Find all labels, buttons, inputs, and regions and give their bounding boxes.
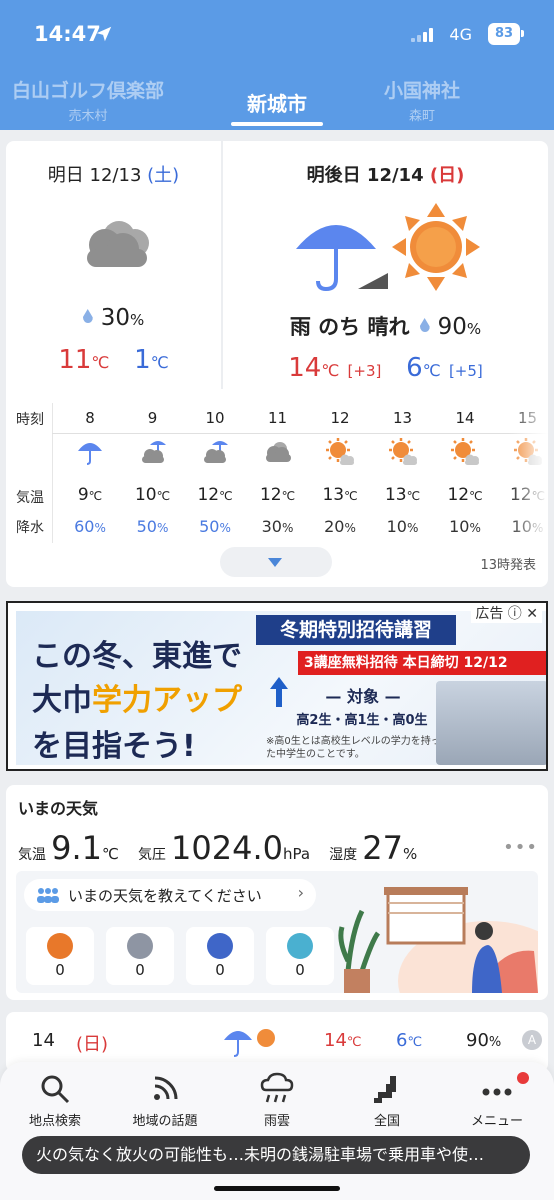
arrow-up-icon	[270, 677, 288, 707]
nav-national[interactable]: 全国	[337, 1072, 437, 1129]
cloud-icon	[265, 442, 291, 462]
signal-icon	[411, 28, 437, 42]
people-icon	[37, 888, 59, 903]
cloud-rain-icon	[141, 441, 166, 463]
hour-pop: 30%	[261, 517, 294, 536]
hour-label: 9	[147, 409, 158, 427]
forecast-card: 明日 12/13 (土) 30% 11℃ 1℃ 明後日 12/14 (日) 雨 …	[6, 141, 548, 587]
location-tabs: 白山ゴルフ倶楽部 売木村 新城市 小国神社 森町	[0, 76, 554, 130]
ad-image[interactable]: この冬、東進で 大巾学力アップ を目指そう! 冬期特別招待講習 3講座無料招待 …	[16, 611, 546, 765]
rain-then-sun-icon	[295, 203, 480, 292]
cloud-vote-icon	[127, 933, 153, 959]
weather-vote-button[interactable]: 0	[106, 927, 174, 985]
nav-local-topics[interactable]: 地域の話題	[115, 1072, 215, 1129]
window-plant-illustration	[338, 887, 538, 993]
sun-cloud-icon	[451, 438, 479, 465]
weather-report-panel: いまの天気を教えてください › 0 0 0 0	[16, 871, 538, 993]
location-arrow-icon	[96, 26, 112, 42]
hour-temp: 13℃	[384, 485, 421, 505]
raindrop-icon	[82, 309, 93, 323]
hour-temp: 12℃	[197, 485, 233, 505]
weather-vote-button[interactable]: 0	[266, 927, 334, 985]
search-icon	[41, 1075, 70, 1104]
rain-vote-icon	[207, 933, 233, 959]
weather-vote-button[interactable]: 0	[186, 927, 254, 985]
network-type: 4G	[449, 25, 472, 44]
hour-label: 12	[330, 409, 350, 427]
notification-dot	[517, 1072, 529, 1084]
chevron-down-icon	[268, 558, 282, 567]
tomorrow-temps: 11℃ 1℃	[58, 345, 169, 375]
advertisement[interactable]: この冬、東進で 大巾学力アップ を目指そう! 冬期特別招待講習 3講座無料招待 …	[6, 601, 548, 771]
hour-label: 14	[455, 409, 475, 427]
day-after-date: 明後日 12/14 (日)	[306, 165, 465, 186]
alert-badge: A	[522, 1030, 542, 1050]
home-indicator[interactable]	[214, 1186, 340, 1191]
nav-menu[interactable]: メニュー	[447, 1072, 547, 1129]
more-icon	[482, 1088, 512, 1096]
vote-count: 0	[135, 961, 145, 979]
status-bar: 14:47 4G 83	[34, 22, 534, 50]
day-after-forecast[interactable]: 明後日 12/14 (日) 雨 のち 晴れ 90% 14℃ [+3] 6℃ [+…	[223, 141, 548, 383]
hour-label: 8	[85, 409, 95, 427]
app-header: 14:47 4G 83 白山ゴルフ倶楽部 売木村 新城市 小国神社 森町	[0, 0, 554, 130]
hour-temp: 12℃	[447, 485, 483, 505]
hour-pop: 50%	[199, 517, 231, 536]
tomorrow-pop: 30%	[6, 305, 221, 331]
expand-hourly-button[interactable]	[220, 547, 332, 577]
more-options-icon[interactable]: •••	[503, 837, 538, 858]
snow-vote-icon	[287, 933, 313, 959]
map-icon	[374, 1076, 396, 1103]
chevron-right-icon: ›	[297, 883, 304, 902]
vote-count: 0	[215, 961, 225, 979]
bottom-navigation: 地点検索 地域の話題 雨雲 全国 メニュー	[0, 1062, 554, 1200]
hour-label: 10	[205, 409, 225, 427]
cloudy-icon	[86, 221, 149, 267]
hour-label: 13	[392, 409, 413, 427]
tab-location-2[interactable]: 小国神社 森町	[312, 76, 532, 124]
rain-cloud-icon	[260, 1072, 294, 1103]
hour-label: 11	[267, 409, 288, 427]
tomorrow-forecast[interactable]: 明日 12/13 (土) 30% 11℃ 1℃	[6, 141, 221, 375]
news-ticker[interactable]: 火の気なく放火の可能性も…未明の銭湯駐車場で乗用車や使…	[22, 1136, 530, 1174]
hour-temp: 9℃	[77, 485, 103, 505]
day-after-summary: 雨 のち 晴れ 90%	[289, 314, 482, 340]
tomorrow-date: 明日 12/13 (土)	[47, 165, 180, 186]
vote-count: 0	[295, 961, 305, 979]
rain-then-sun-icon	[224, 1029, 275, 1057]
report-weather-button[interactable]: いまの天気を教えてください ›	[24, 879, 316, 911]
day-after-temps: 14℃ [+3] 6℃ [+5]	[288, 353, 483, 383]
hour-pop: 60%	[74, 517, 106, 536]
cloud-rain-icon	[204, 441, 228, 463]
nav-search[interactable]: 地点検索	[5, 1072, 105, 1129]
nav-rain-cloud[interactable]: 雨雲	[227, 1072, 327, 1129]
hour-temp: 13℃	[322, 485, 358, 505]
sun-vote-icon	[47, 933, 73, 959]
current-weather-card: いまの天気 気温 9.1℃ 気圧 1024.0hPa 湿度 27% ••• いま…	[6, 785, 548, 1000]
battery-icon: 83	[488, 23, 520, 45]
hour-pop: 20%	[324, 517, 356, 536]
rss-icon	[154, 1076, 178, 1100]
issued-time: 13時発表	[480, 558, 536, 573]
ad-label[interactable]: 広告 ⓘ ✕	[471, 603, 542, 623]
hour-temp: 12℃	[259, 485, 296, 505]
hour-pop: 50%	[136, 517, 169, 536]
current-stats: 気温 9.1℃ 気圧 1024.0hPa 湿度 27%	[18, 829, 418, 867]
hour-pop: 10%	[386, 517, 419, 536]
active-tab-indicator	[231, 122, 323, 126]
vote-count: 0	[55, 961, 65, 979]
hour-pop: 10%	[449, 517, 481, 536]
status-time: 14:47	[34, 22, 101, 46]
sun-cloud-icon	[326, 438, 354, 465]
ad-teachers-photo	[436, 681, 546, 765]
umbrella-icon	[78, 443, 102, 465]
hourly-forecast[interactable]: 時刻 気温 降水 8 9℃ 60% 9 10℃ 50% 10 12℃ 50% 11 12℃ 30% 12…	[6, 403, 548, 543]
hour-temp: 10℃	[134, 485, 171, 505]
sun-cloud-icon	[388, 438, 417, 465]
weather-vote-button[interactable]: 0	[26, 927, 94, 985]
